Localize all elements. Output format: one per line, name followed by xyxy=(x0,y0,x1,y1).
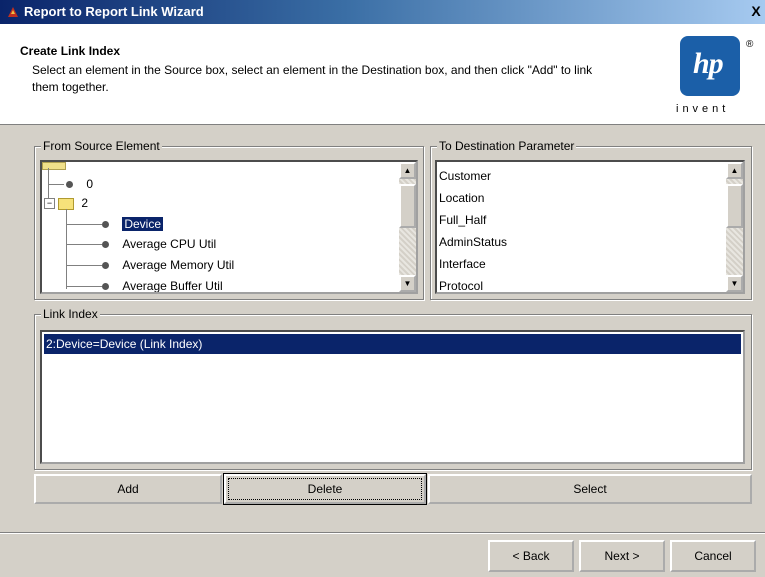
delete-button[interactable]: Delete xyxy=(224,474,426,504)
tree-node-label: Average CPU Util xyxy=(122,237,217,251)
hp-logo-text: hp xyxy=(693,47,724,80)
back-button[interactable]: < Back xyxy=(488,540,574,572)
tree-line xyxy=(66,265,102,266)
close-icon[interactable]: X xyxy=(749,4,763,18)
node-icon xyxy=(102,283,109,291)
list-item[interactable]: Interface xyxy=(439,253,486,275)
tree-node-label: 0 xyxy=(86,177,94,191)
hp-logo: hp ® invent xyxy=(676,36,760,116)
page-title: Create Link Index xyxy=(20,44,121,58)
list-item[interactable]: AdminStatus xyxy=(439,231,507,253)
tree-line xyxy=(66,209,67,289)
tree-node-label: 2 xyxy=(81,196,89,210)
tree-line xyxy=(48,168,49,202)
cancel-button[interactable]: Cancel xyxy=(670,540,756,572)
list-item[interactable]: Location xyxy=(439,187,484,209)
scroll-thumb[interactable] xyxy=(399,184,416,228)
node-icon xyxy=(66,181,73,189)
list-item[interactable]: 2:Device=Device (Link Index) xyxy=(44,334,741,354)
wizard-window: Report to Report Link Wizard X Create Li… xyxy=(0,0,765,577)
tree-node-average-memory-util[interactable]: Average Memory Util xyxy=(102,255,234,275)
scroll-down-icon[interactable]: ▼ xyxy=(726,275,743,292)
tree-node-average-buffer-util[interactable]: Average Buffer Util xyxy=(102,276,223,293)
tree-node-label: Average Buffer Util xyxy=(122,279,223,293)
scroll-thumb[interactable] xyxy=(726,184,743,228)
destination-list[interactable]: Customer Location Full_Half AdminStatus … xyxy=(435,160,745,294)
window-title: Report to Report Link Wizard xyxy=(24,4,204,19)
page-description: Select an element in the Source box, sel… xyxy=(32,63,593,94)
scroll-up-icon[interactable]: ▲ xyxy=(726,162,743,179)
tree-node-label: Device xyxy=(122,217,164,231)
node-icon xyxy=(102,241,109,249)
list-item[interactable]: Full_Half xyxy=(439,209,486,231)
tree-line xyxy=(66,224,102,225)
node-icon xyxy=(102,262,109,270)
scroll-down-icon[interactable]: ▼ xyxy=(399,275,416,292)
next-button[interactable]: Next > xyxy=(579,540,665,572)
wizard-header: Create Link Index Select an element in t… xyxy=(0,24,765,125)
tree-node-device[interactable]: Device xyxy=(102,214,164,234)
registered-mark: ® xyxy=(746,39,754,50)
link-index-group-label: Link Index xyxy=(41,307,100,321)
source-group-label: From Source Element xyxy=(41,139,162,153)
tree-node-label: Average Memory Util xyxy=(122,258,235,272)
app-icon xyxy=(8,7,18,17)
footer-separator xyxy=(0,532,765,534)
add-button[interactable]: Add xyxy=(34,474,222,504)
destination-group-label: To Destination Parameter xyxy=(437,139,577,153)
tree-line xyxy=(66,244,102,245)
source-scrollbar[interactable]: ▲ ▼ xyxy=(399,162,416,292)
list-item[interactable]: Customer xyxy=(439,165,491,187)
tree-node-0[interactable]: 0 xyxy=(66,174,93,194)
expand-toggle-icon[interactable]: − xyxy=(44,198,55,209)
tree-line xyxy=(48,184,64,185)
scroll-up-icon[interactable]: ▲ xyxy=(399,162,416,179)
hp-tagline: invent xyxy=(676,103,730,115)
tree-line xyxy=(66,286,102,287)
hp-logo-mark: hp xyxy=(680,36,740,96)
source-tree[interactable]: 0 − 2 Device Average CPU Util Average Me… xyxy=(40,160,418,294)
tree-node-2[interactable]: 2 xyxy=(58,193,88,213)
link-index-list[interactable]: 2:Device=Device (Link Index) xyxy=(40,330,745,464)
list-item[interactable]: Protocol xyxy=(439,275,483,292)
select-button[interactable]: Select xyxy=(428,474,752,504)
tree-root-stub xyxy=(42,162,66,170)
node-icon xyxy=(102,221,109,229)
title-bar[interactable]: Report to Report Link Wizard X xyxy=(0,0,765,24)
tree-node-average-cpu-util[interactable]: Average CPU Util xyxy=(102,234,216,254)
destination-scrollbar[interactable]: ▲ ▼ xyxy=(726,162,743,292)
